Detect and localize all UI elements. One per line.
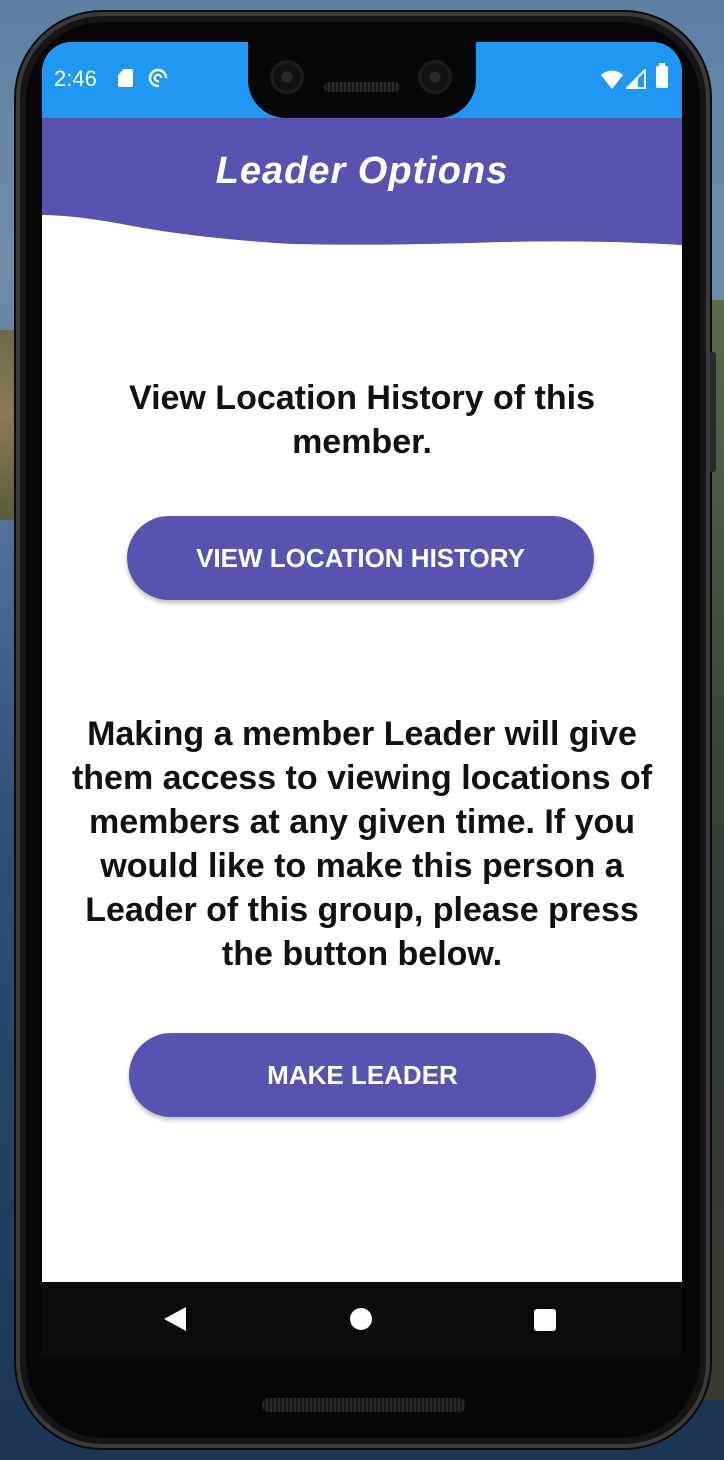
app-screen: 2:46 Leader Options View Location Histor…	[42, 42, 682, 1356]
app-header: Leader Options	[42, 118, 682, 248]
back-icon[interactable]	[164, 1307, 186, 1331]
power-button	[710, 352, 716, 472]
front-camera-icon	[270, 60, 304, 94]
system-navigation-bar	[42, 1282, 682, 1356]
status-time: 2:46	[54, 66, 97, 91]
camera-notch	[248, 42, 476, 118]
page-title: Leader Options	[215, 150, 509, 192]
make-leader-description: Making a member Leader will give them ac…	[71, 715, 653, 973]
bottom-speaker-grille	[262, 1398, 466, 1412]
location-history-description: View Location History of this member.	[129, 379, 595, 461]
view-location-history-button[interactable]: VIEW LOCATION HISTORY	[127, 516, 594, 600]
recents-icon[interactable]	[534, 1309, 556, 1331]
signal-icon	[626, 69, 646, 89]
earpiece-speaker	[324, 82, 400, 92]
front-sensor-icon	[418, 60, 452, 94]
sync-icon	[148, 68, 168, 88]
make-leader-button[interactable]: MAKE LEADER	[129, 1033, 596, 1117]
home-icon[interactable]	[350, 1308, 372, 1330]
wifi-icon	[601, 70, 623, 89]
battery-icon	[656, 63, 668, 88]
sd-card-icon	[118, 69, 133, 87]
